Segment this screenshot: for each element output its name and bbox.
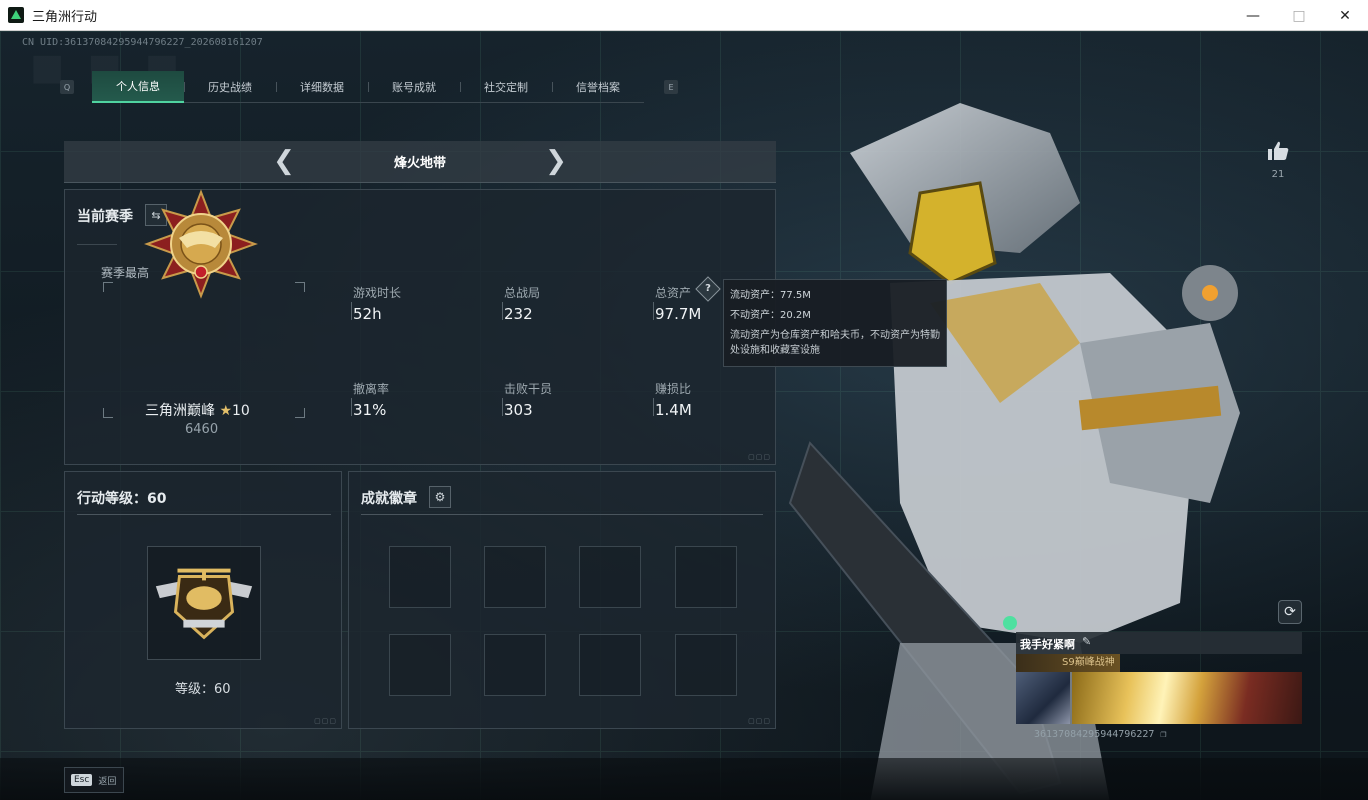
name-card-header: 我手好紧啊 ✎: [1016, 632, 1302, 654]
esc-key-hint: Esc: [71, 774, 93, 786]
achievement-title: 成就徽章: [361, 491, 417, 507]
help-glyph: ?: [705, 283, 711, 294]
name-card-banner[interactable]: [1072, 672, 1302, 724]
divider: [77, 514, 331, 515]
achievement-slot[interactable]: [484, 634, 546, 696]
close-button[interactable]: ✕: [1322, 0, 1368, 31]
achievement-slot[interactable]: [675, 546, 737, 608]
tab-credit-record[interactable]: 信誉档案: [552, 71, 644, 103]
tab-history[interactable]: 历史战绩: [184, 71, 276, 103]
achievement-slot[interactable]: [484, 546, 546, 608]
player-uid-text: 36137084295944796227: [1034, 729, 1155, 740]
app-logo-icon: [8, 7, 24, 23]
season-panel: 当前赛季 ⇆ 赛季最高 三角洲巅峰 ★10 6460 游戏时长 52h 总战局: [64, 189, 776, 465]
divider: [361, 514, 763, 515]
refresh-icon: ⟳: [1284, 604, 1296, 620]
game-viewport: ■ ■ ■ CN UID:36137084295944796227_202608…: [0, 31, 1368, 800]
bracket-corner: [103, 408, 113, 418]
player-name-card: 我手好紧啊 ✎ S9巅峰战神: [1016, 632, 1302, 726]
profile-tabs: Q 个人信息 历史战绩 详细数据 账号成就 社交定制 信誉档案 E: [60, 71, 680, 103]
stat-label: 击败干员: [504, 382, 553, 396]
rank-name: 三角洲巅峰 ★10: [145, 400, 250, 420]
maximize-button[interactable]: □: [1276, 0, 1322, 31]
rank-star-level: 10: [232, 403, 250, 419]
tab-next-key[interactable]: E: [664, 80, 678, 94]
achievement-slot[interactable]: [579, 634, 641, 696]
stat-extraction-rate: 撤离率 31%: [351, 380, 473, 419]
achievement-slot[interactable]: [579, 546, 641, 608]
stat-value: 52h: [353, 305, 382, 323]
tab-personal-info[interactable]: 个人信息: [92, 71, 184, 103]
stat-label: 赚损比: [655, 382, 692, 396]
rank-score: 6460: [185, 422, 219, 437]
star-icon: ★: [219, 403, 233, 419]
level-badge-box: [147, 546, 261, 660]
back-label: 返回: [98, 776, 117, 787]
bracket-corner: [295, 282, 305, 292]
tooltip-description: 流动资产为仓库资产和哈夫币，不动资产为特勤处设施和收藏室设施: [730, 330, 940, 356]
stat-profit-loss: 赚损比 1.4M: [653, 380, 775, 419]
achievement-panel: 成就徽章 ⚙ ▢▢▢: [348, 471, 776, 729]
stat-value: 31%: [353, 401, 387, 419]
back-button[interactable]: Esc 返回: [64, 767, 124, 793]
like-button[interactable]: 21: [1266, 141, 1290, 180]
mode-next-arrow-icon[interactable]: ❯: [542, 148, 570, 176]
tab-prev-key[interactable]: Q: [60, 80, 74, 94]
stat-value: 303: [504, 401, 533, 419]
level-title: 行动等级：60: [77, 491, 167, 507]
tooltip-liquid-assets: 流动资产：77.5M: [730, 290, 811, 301]
gear-icon: ⚙: [434, 490, 446, 504]
corner-decoration: ▢▢▢: [314, 717, 337, 725]
rank-badge-frame: [103, 282, 305, 418]
achievement-settings-button[interactable]: ⚙: [429, 486, 451, 508]
stat-total-matches: 总战局 232: [502, 284, 624, 323]
bottom-bar: [0, 758, 1368, 800]
divider: [77, 244, 117, 245]
player-uid: 36137084295944796227 ❐: [1034, 729, 1166, 740]
like-count: 21: [1271, 169, 1285, 180]
stat-label: 撤离率: [353, 382, 390, 396]
tab-social-customization[interactable]: 社交定制: [460, 71, 552, 103]
stat-operators-defeated: 击败干员 303: [502, 380, 624, 419]
avatar[interactable]: [1016, 672, 1070, 724]
window-titlebar: 三角洲行动 — □ ✕: [0, 0, 1368, 31]
level-badge-icon: [155, 568, 253, 640]
tooltip-fixed-assets: 不动资产：20.2M: [730, 310, 811, 321]
minimize-button[interactable]: —: [1230, 0, 1276, 31]
thumbs-up-icon: [1268, 141, 1289, 160]
bracket-corner: [103, 282, 113, 292]
mode-label: 烽火地带: [393, 156, 446, 171]
uid-header: CN UID:36137084295944796227_202608161207: [22, 37, 263, 48]
window-title: 三角洲行动: [32, 9, 98, 25]
level-panel: 行动等级：60 等级：60 ▢▢▢: [64, 471, 342, 729]
rank-name-text: 三角洲巅峰: [145, 403, 215, 419]
level-text: 等级：60: [175, 682, 231, 697]
refresh-appearance-button[interactable]: ⟳: [1278, 600, 1302, 624]
tab-detailed-data[interactable]: 详细数据: [276, 71, 368, 103]
assets-tooltip: 流动资产：77.5M 不动资产：20.2M 流动资产为仓库资产和哈夫币，不动资产…: [723, 279, 947, 367]
achievement-slot[interactable]: [389, 546, 451, 608]
mode-prev-arrow-icon[interactable]: ❮: [270, 148, 298, 176]
season-title: 当前赛季: [77, 209, 133, 225]
stat-label: 游戏时长: [353, 286, 402, 300]
stat-playtime: 游戏时长 52h: [351, 284, 473, 323]
player-title-badge: S9巅峰战神: [1016, 654, 1120, 672]
stat-value: 232: [504, 305, 533, 323]
tab-account-achievements[interactable]: 账号成就: [368, 71, 460, 103]
player-name: 我手好紧啊: [1020, 638, 1075, 651]
mode-selector: ❮ 烽火地带 ❯: [64, 141, 776, 183]
achievement-slot[interactable]: [389, 634, 451, 696]
copy-icon[interactable]: ❐: [1160, 729, 1166, 740]
corner-decoration: ▢▢▢: [748, 717, 771, 725]
edit-name-icon[interactable]: ✎: [1082, 635, 1091, 648]
stat-label: 总战局: [504, 286, 541, 300]
corner-decoration: ▢▢▢: [748, 453, 771, 461]
tab-list: 个人信息 历史战绩 详细数据 账号成就 社交定制 信誉档案: [92, 71, 644, 103]
stat-value: 1.4M: [655, 401, 692, 419]
achievement-slot[interactable]: [675, 634, 737, 696]
rank-medal-icon: [144, 189, 258, 299]
bracket-corner: [295, 408, 305, 418]
